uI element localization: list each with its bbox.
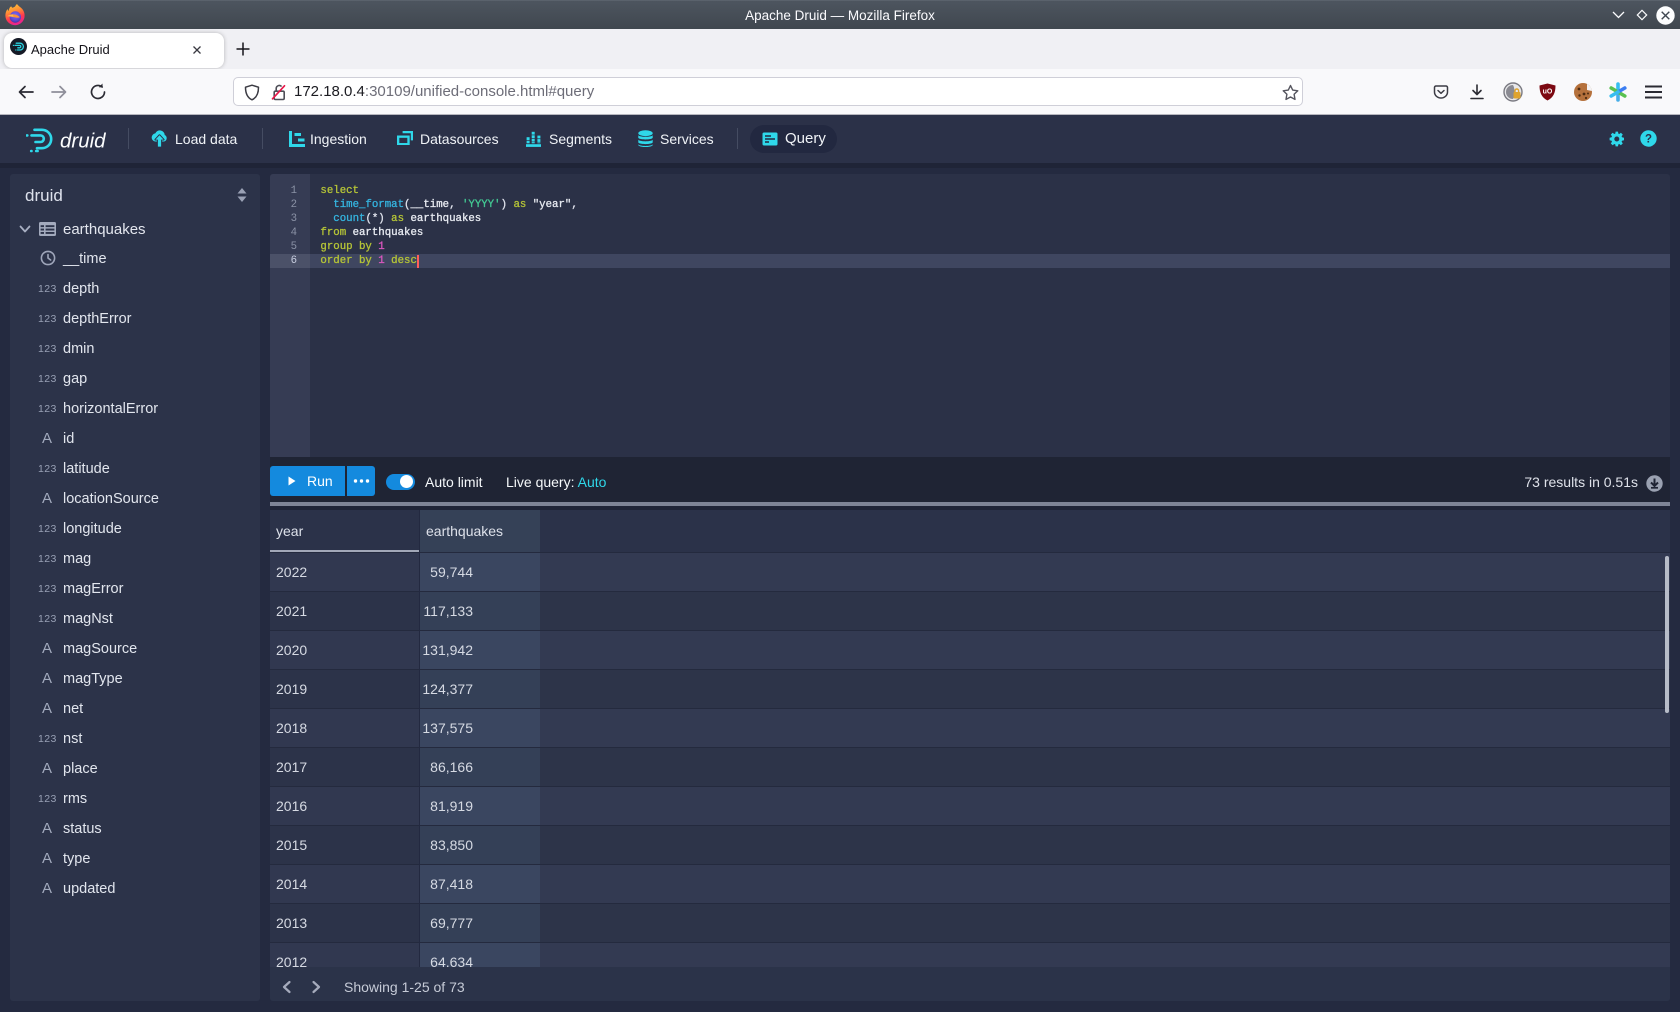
- svg-text:druid: druid: [60, 130, 106, 153]
- svg-text:uO: uO: [1543, 89, 1553, 96]
- svg-text:?: ?: [1645, 134, 1652, 146]
